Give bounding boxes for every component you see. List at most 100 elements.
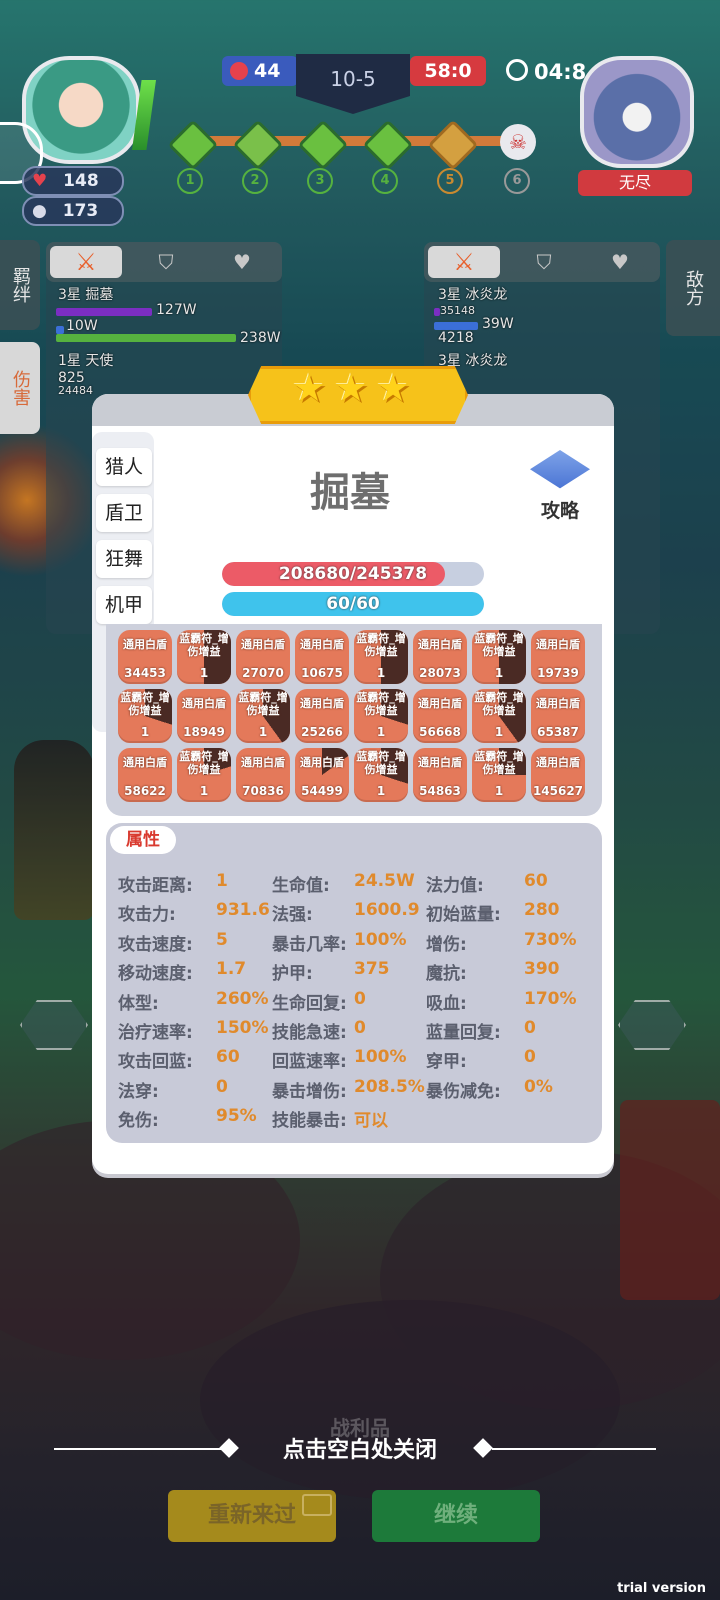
left-side-tab-bonds[interactable]: 羁绊 bbox=[0, 240, 40, 330]
timer-icon bbox=[506, 59, 528, 81]
stage-label-1: 1 bbox=[177, 168, 203, 194]
enemy-mode-badge: 无尽 bbox=[578, 170, 692, 196]
item-name: 通用白盾 bbox=[123, 638, 167, 651]
stage-label-3: 3 bbox=[307, 168, 333, 194]
item-name: 蓝霸符_增伤增益 bbox=[120, 691, 170, 717]
item-slot[interactable]: 蓝霸符_增伤增益 1 bbox=[472, 748, 526, 802]
graduation-cap-icon bbox=[530, 450, 590, 489]
item-value: 28073 bbox=[419, 666, 461, 680]
kill-icon bbox=[230, 62, 248, 80]
left-row-1-bar-1 bbox=[56, 308, 152, 316]
right-row-1-name: 3星 冰炎龙 bbox=[438, 287, 508, 303]
defense-tab[interactable]: ⛉ bbox=[130, 246, 202, 278]
attr-value: 931.6 bbox=[216, 900, 270, 921]
retry-button[interactable]: 重新来过 bbox=[168, 1490, 336, 1542]
item-value: 1 bbox=[494, 725, 504, 739]
item-name: 蓝霸符_增伤增益 bbox=[474, 632, 524, 658]
item-slot[interactable]: 蓝霸符_增伤增益 1 bbox=[354, 689, 408, 743]
item-slot[interactable]: 通用白盾 10675 bbox=[295, 630, 349, 684]
heal-tab[interactable]: ♥ bbox=[206, 246, 278, 278]
attr-label: 暴击增伤: bbox=[272, 1081, 347, 1102]
item-slot[interactable]: 通用白盾 27070 bbox=[236, 630, 290, 684]
coin-icon: ● bbox=[32, 201, 47, 221]
item-slot[interactable]: 蓝霸符_增伤增益 1 bbox=[236, 689, 290, 743]
item-slot[interactable]: 通用白盾 25266 bbox=[295, 689, 349, 743]
item-value: 54863 bbox=[419, 784, 461, 798]
item-grid: 通用白盾 34453 蓝霸符_增伤增益 1 通用白盾 27070 通用白盾 10675 蓝霸符_… bbox=[106, 624, 602, 816]
attr-label: 法穿: bbox=[118, 1081, 159, 1102]
item-value: 1 bbox=[494, 666, 504, 680]
item-slot[interactable]: 通用白盾 145627 bbox=[531, 748, 585, 802]
item-value: 1 bbox=[199, 784, 209, 798]
attr-value: 390 bbox=[524, 959, 560, 980]
item-name: 蓝霸符_增伤增益 bbox=[179, 750, 229, 776]
attr-value: 730% bbox=[524, 929, 577, 950]
damage-tab[interactable]: ⚔ bbox=[50, 246, 122, 278]
heart-icon: ♥ bbox=[32, 171, 48, 191]
item-name: 通用白盾 bbox=[536, 697, 580, 710]
attr-value: 208.5% bbox=[354, 1076, 425, 1097]
item-slot[interactable]: 通用白盾 54863 bbox=[413, 748, 467, 802]
enemy-heal-tab[interactable]: ♥ bbox=[584, 246, 656, 278]
left-row-1-bar-2 bbox=[56, 326, 64, 334]
attributes-title: 属性 bbox=[110, 826, 176, 854]
attr-value: 95% bbox=[216, 1106, 257, 1127]
item-slot[interactable]: 蓝霸符_增伤增益 1 bbox=[177, 630, 231, 684]
item-value: 1 bbox=[494, 784, 504, 798]
enemy-defense-tab[interactable]: ⛉ bbox=[508, 246, 580, 278]
item-slot[interactable]: 蓝霸符_增伤增益 1 bbox=[118, 689, 172, 743]
item-value: 1 bbox=[199, 666, 209, 680]
sword-icon: ⚔ bbox=[453, 248, 475, 276]
attr-label: 移动速度: bbox=[118, 964, 193, 985]
item-slot[interactable]: 通用白盾 70836 bbox=[236, 748, 290, 802]
item-value: 1 bbox=[140, 725, 150, 739]
item-slot[interactable]: 通用白盾 65387 bbox=[531, 689, 585, 743]
trait-tab-hunter[interactable]: 猎人 bbox=[96, 448, 152, 486]
item-slot[interactable]: 通用白盾 58622 bbox=[118, 748, 172, 802]
item-name: 通用白盾 bbox=[418, 756, 462, 769]
item-value: 58622 bbox=[124, 784, 166, 798]
left-side-tab-damage[interactable]: 伤害 bbox=[0, 342, 40, 434]
attr-label: 法强: bbox=[272, 905, 313, 926]
item-slot[interactable]: 通用白盾 54499 bbox=[295, 748, 349, 802]
item-slot[interactable]: 通用白盾 18949 bbox=[177, 689, 231, 743]
item-slot[interactable]: 蓝霸符_增伤增益 1 bbox=[472, 689, 526, 743]
sword-icon: ⚔ bbox=[75, 248, 97, 276]
boss-skull-icon: ☠ bbox=[500, 124, 536, 160]
trait-tab-mech[interactable]: 机甲 bbox=[96, 586, 152, 624]
item-value: 25266 bbox=[301, 725, 343, 739]
star-icon: ★ bbox=[376, 366, 411, 410]
stage-label-4: 4 bbox=[372, 168, 398, 194]
item-name: 通用白盾 bbox=[241, 638, 285, 651]
item-slot[interactable]: 通用白盾 56668 bbox=[413, 689, 467, 743]
item-slot[interactable]: 通用白盾 28073 bbox=[413, 630, 467, 684]
attr-label: 体型: bbox=[118, 993, 159, 1014]
trait-tab-dancer[interactable]: 狂舞 bbox=[96, 540, 152, 578]
item-slot[interactable]: 蓝霸符_增伤增益 1 bbox=[472, 630, 526, 684]
item-slot[interactable]: 蓝霸符_增伤增益 1 bbox=[177, 748, 231, 802]
item-slot[interactable]: 通用白盾 19739 bbox=[531, 630, 585, 684]
item-value: 1 bbox=[376, 784, 386, 798]
attr-value: 60 bbox=[216, 1047, 240, 1068]
strategy-guide-button[interactable]: 攻略 bbox=[528, 450, 592, 522]
left-row-2-name: 1星 天使 bbox=[58, 353, 114, 369]
continue-button[interactable]: 继续 bbox=[372, 1490, 540, 1542]
attr-label: 攻击回蓝: bbox=[118, 1052, 193, 1073]
attr-value: 260% bbox=[216, 988, 269, 1009]
item-slot[interactable]: 蓝霸符_增伤增益 1 bbox=[354, 630, 408, 684]
trait-tab-guard[interactable]: 盾卫 bbox=[96, 494, 152, 532]
stage-label-5: 5 bbox=[437, 168, 463, 194]
item-slot[interactable]: 蓝霸符_增伤增益 1 bbox=[354, 748, 408, 802]
item-name: 通用白盾 bbox=[418, 638, 462, 651]
enemy-avatar[interactable] bbox=[580, 56, 694, 168]
attr-label: 攻击距离: bbox=[118, 876, 193, 896]
score-badge: 58:0 bbox=[410, 56, 486, 86]
attr-label: 回蓝速率: bbox=[272, 1052, 347, 1073]
right-side-tab-enemy[interactable]: 敌方 bbox=[666, 240, 720, 336]
heart-outline-icon: ♥ bbox=[233, 250, 251, 274]
enemy-damage-tab[interactable]: ⚔ bbox=[428, 246, 500, 278]
attr-value: 0 bbox=[524, 1047, 536, 1068]
attr-value: 1600.9 bbox=[354, 900, 420, 921]
attr-value: 1.7 bbox=[216, 959, 247, 980]
item-slot[interactable]: 通用白盾 34453 bbox=[118, 630, 172, 684]
